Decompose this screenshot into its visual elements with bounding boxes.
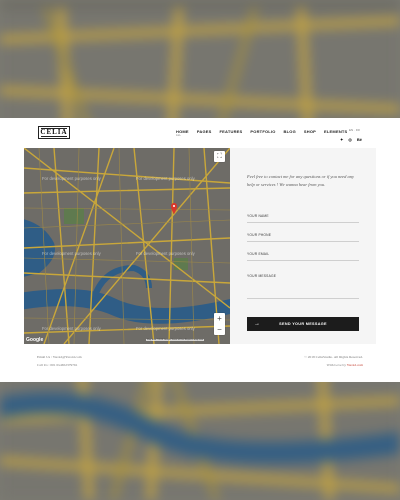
- footer-copyright: © 2018 CeliaStudio. All Rights Reserved.: [304, 355, 363, 359]
- nav-label: ELEMENTS: [324, 129, 348, 134]
- map-watermark: For development purposes only: [136, 326, 195, 331]
- map-watermark: For development purposes only: [136, 176, 195, 181]
- form-intro: Feel free to contact me for any question…: [247, 174, 355, 187]
- map-watermark: For development purposes only: [42, 251, 101, 256]
- arrow-right-icon: →: [254, 321, 261, 327]
- zoom-out-button[interactable]: −: [214, 324, 225, 335]
- nav-home[interactable]: HOME ALL: [176, 129, 189, 137]
- nav-blog[interactable]: BLOG: [284, 129, 296, 134]
- nav-label: FEATURES: [219, 129, 243, 134]
- map-watermark: For development purposes only: [42, 326, 101, 331]
- google-logo[interactable]: Google: [26, 337, 43, 343]
- zoom-in-button[interactable]: +: [214, 313, 225, 324]
- nav-elements[interactable]: ELEMENTS: [324, 129, 347, 134]
- message-field[interactable]: YOUR MESSAGE: [247, 274, 359, 299]
- main-nav: HOME ALL PAGES FEATURES PORTFOLIO BLOG SH…: [176, 129, 355, 137]
- map[interactable]: For development purposes only For develo…: [24, 148, 230, 344]
- phone-field[interactable]: YOUR PHONE: [247, 233, 359, 242]
- site-header: CELIA HOME ALL PAGES FEATURES PORTFOLIO B…: [24, 118, 376, 146]
- map-watermark: For development purposes only: [136, 251, 195, 256]
- nav-label: BLOG: [283, 129, 296, 134]
- credit-link[interactable]: Yaroid.com: [347, 363, 363, 367]
- nav-label: PAGES: [196, 129, 212, 134]
- email-field[interactable]: YOUR EMAIL: [247, 252, 359, 261]
- zoom-control: + −: [214, 313, 225, 335]
- nav-pages[interactable]: PAGES: [197, 129, 212, 134]
- contact-panel: CELIA HOME ALL PAGES FEATURES PORTFOLIO B…: [0, 118, 400, 382]
- map-attribution[interactable]: Map data ©2018 Google Terms of Use Repor…: [146, 339, 205, 341]
- nav-label: PORTFOLIO: [250, 129, 276, 134]
- footer-email[interactable]: Email Us : Yaroid@Yaroid.com: [37, 355, 82, 359]
- twitter-icon[interactable]: ✦: [340, 137, 343, 142]
- name-field[interactable]: YOUR NAME: [247, 214, 359, 223]
- nav-shop[interactable]: SHOP: [304, 129, 316, 134]
- nav-sublabel: ALL: [176, 134, 182, 137]
- map-watermark: For development purposes only: [42, 176, 101, 181]
- credit-prefix: With Love by: [326, 363, 347, 367]
- contact-form: Feel free to contact me for any question…: [230, 148, 376, 344]
- social-links: ✦ ◎ Bē: [340, 137, 362, 142]
- send-label: SEND YOUR MESSAGE: [279, 322, 327, 326]
- site-footer: Email Us : Yaroid@Yaroid.com Call Us : 0…: [24, 350, 376, 380]
- footer-credit: With Love by Yaroid.com: [327, 363, 363, 367]
- fullscreen-icon[interactable]: ⛶: [214, 151, 225, 162]
- instagram-icon[interactable]: ◎: [348, 137, 352, 142]
- nav-label: SHOP: [303, 129, 317, 134]
- send-message-button[interactable]: → SEND YOUR MESSAGE: [247, 317, 359, 331]
- nav-features[interactable]: FEATURES: [220, 129, 243, 134]
- footer-phone[interactable]: Call Us : 001 0x4652379761: [37, 363, 77, 367]
- logo[interactable]: CELIA: [38, 126, 70, 139]
- behance-icon[interactable]: Bē: [357, 137, 362, 142]
- language-switcher[interactable]: EN · FR: [349, 128, 360, 132]
- nav-portfolio[interactable]: PORTFOLIO: [250, 129, 275, 134]
